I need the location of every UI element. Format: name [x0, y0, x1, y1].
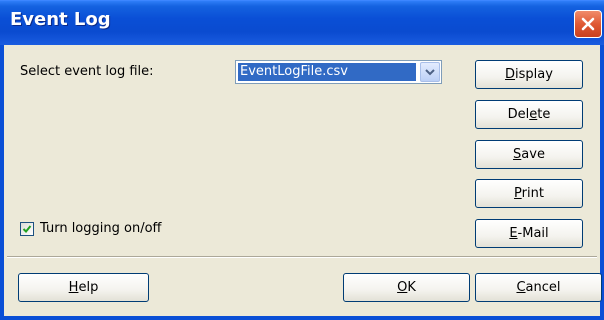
delete-button-label-post: te [537, 107, 551, 122]
cancel-button[interactable]: Cancel [475, 273, 602, 302]
display-button[interactable]: Display [475, 60, 583, 89]
print-button[interactable]: Print [475, 179, 583, 208]
ok-button-label-post: K [407, 280, 416, 295]
title-bar[interactable]: Event Log [0, 0, 604, 45]
display-button-mnemonic: D [505, 67, 516, 82]
delete-button[interactable]: Delete [475, 100, 583, 129]
save-button-label-post: ave [521, 147, 545, 162]
chevron-down-icon [425, 69, 435, 76]
help-button-label-post: elp [78, 280, 99, 295]
logging-checkbox[interactable] [20, 222, 34, 236]
window-frame-bottom [0, 316, 604, 320]
file-select-dropdown[interactable]: EventLogFile.csv [235, 60, 442, 84]
email-button-mnemonic: E [509, 226, 518, 241]
close-button[interactable] [574, 10, 602, 38]
checkmark-icon [22, 225, 32, 233]
print-button-mnemonic: P [514, 186, 522, 201]
email-button-label-post: -Mail [517, 226, 549, 241]
ok-button-mnemonic: O [397, 280, 408, 295]
window-title: Event Log [10, 9, 111, 30]
event-log-dialog: Event Log Select event log file: EventLo… [0, 0, 604, 320]
cancel-button-label-post: ancel [525, 280, 561, 295]
email-button[interactable]: E-Mail [475, 219, 583, 248]
close-icon [581, 17, 595, 31]
print-button-label-post: rint [521, 186, 544, 201]
help-button-mnemonic: H [68, 280, 79, 295]
help-button[interactable]: Help [18, 273, 149, 302]
cancel-button-mnemonic: C [516, 280, 526, 295]
logging-checkbox-label: Turn logging on/off [40, 221, 162, 236]
separator [7, 256, 597, 258]
window-frame-left [0, 45, 4, 320]
display-button-label-post: isplay [515, 67, 553, 82]
save-button[interactable]: Save [475, 140, 583, 169]
delete-button-label-pre: Del [507, 107, 530, 122]
dropdown-button[interactable] [420, 62, 440, 82]
file-select-label: Select event log file: [20, 64, 154, 79]
ok-button[interactable]: OK [343, 273, 470, 302]
file-select-value: EventLogFile.csv [238, 63, 416, 81]
